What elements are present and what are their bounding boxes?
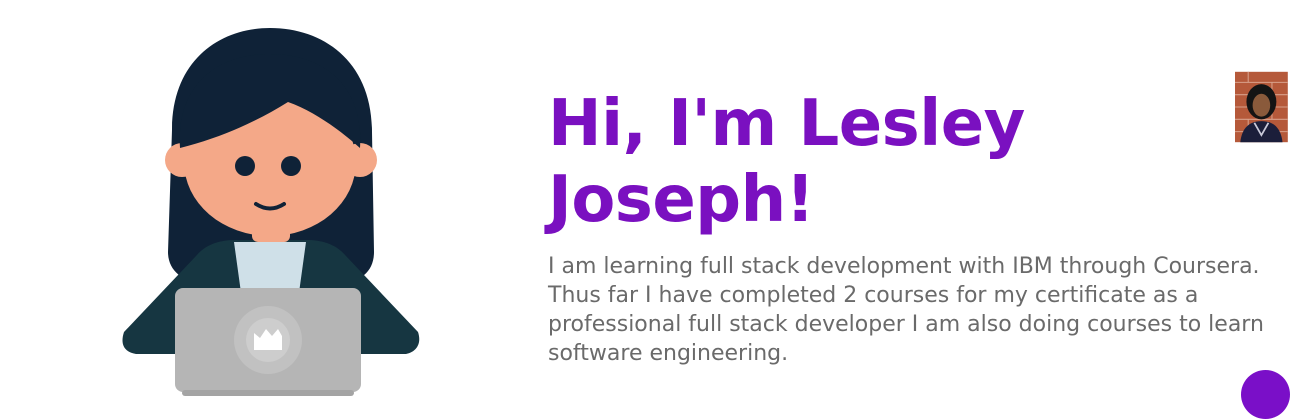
intro-section: Hi, I'm Lesley Joseph! I am learning ful… <box>548 71 1288 368</box>
floating-action-button[interactable] <box>1241 370 1290 419</box>
developer-illustration <box>122 28 420 396</box>
headline-row: Hi, I'm Lesley Joseph! <box>548 71 1288 238</box>
intro-description: I am learning full stack development wit… <box>548 254 1264 366</box>
avatar <box>1235 71 1288 143</box>
page-title: Hi, I'm Lesley Joseph! <box>548 87 1025 237</box>
